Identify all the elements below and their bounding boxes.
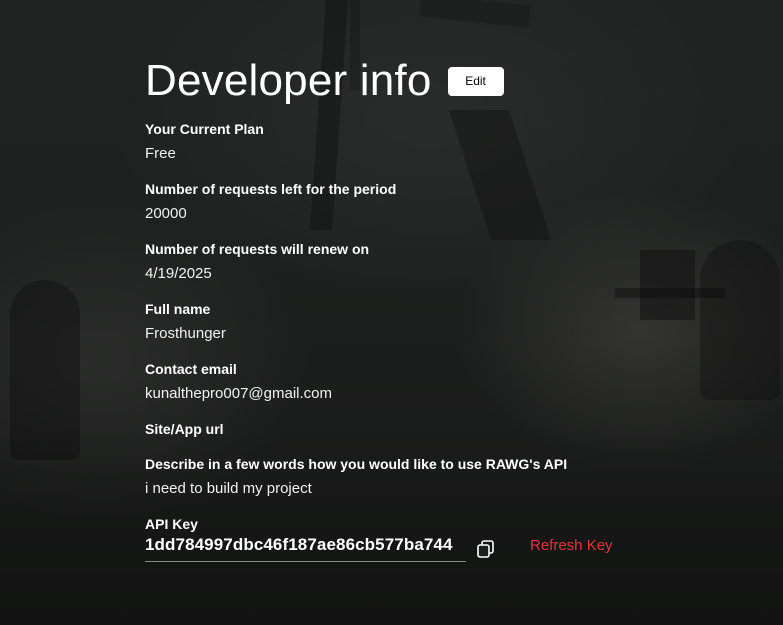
edit-button[interactable]: Edit	[447, 66, 504, 96]
field-label: API Key	[145, 516, 198, 532]
field-value: Free	[145, 145, 176, 162]
field-value: 4/19/2025	[145, 265, 212, 282]
field-label: Full name	[145, 301, 211, 317]
field-api-usage: Describe in a few words how you would li…	[145, 455, 567, 499]
field-current-plan: Your Current Plan Free	[145, 120, 264, 164]
developer-info-panel: Developer info Edit Your Current Plan Fr…	[145, 52, 745, 562]
field-label: Contact email	[145, 361, 237, 377]
api-key-value[interactable]: 1dd784997dbc46f187ae86cb577ba744	[145, 535, 466, 562]
field-api-key: API Key	[145, 515, 198, 533]
api-key-row: 1dd784997dbc46f187ae86cb577ba744 Refresh…	[145, 535, 613, 562]
page-title: Developer info	[145, 56, 432, 105]
header-row: Developer info Edit	[145, 52, 745, 110]
field-value: 20000	[145, 205, 187, 222]
field-value: kunalthepro007@gmail.com	[145, 385, 332, 402]
field-label: Number of requests will renew on	[145, 241, 370, 257]
field-label: Number of requests left for the period	[145, 181, 397, 197]
field-renew-date: Number of requests will renew on 4/19/20…	[145, 240, 369, 284]
refresh-key-link[interactable]: Refresh Key	[530, 537, 613, 554]
field-label: Describe in a few words how you would li…	[145, 456, 568, 472]
field-full-name: Full name Frosthunger	[145, 300, 226, 344]
field-contact-email: Contact email kunalthepro007@gmail.com	[145, 360, 332, 404]
field-label: Your Current Plan	[145, 121, 264, 137]
field-value: Frosthunger	[145, 325, 226, 342]
field-site-url: Site/App url	[145, 420, 224, 438]
field-label: Site/App url	[145, 421, 224, 437]
copy-icon[interactable]	[476, 539, 496, 559]
field-value: i need to build my project	[145, 480, 312, 497]
field-requests-left: Number of requests left for the period 2…	[145, 180, 396, 224]
